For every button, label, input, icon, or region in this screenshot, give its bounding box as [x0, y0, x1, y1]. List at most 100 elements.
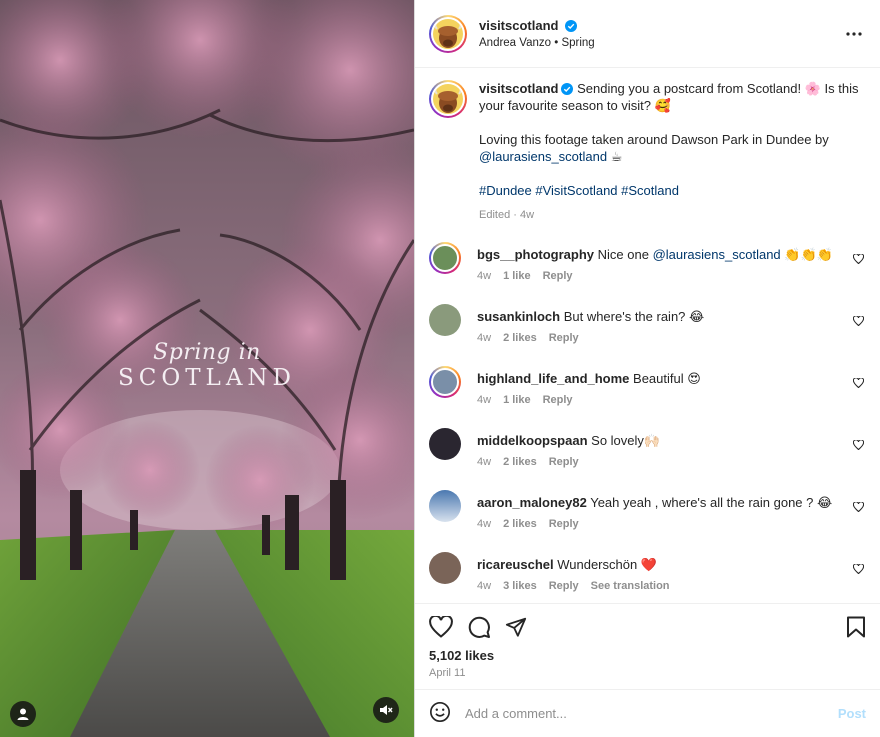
- heart-icon: [429, 616, 453, 638]
- caption-text-2: Loving this footage taken around Dawson …: [479, 132, 829, 147]
- post-comment-button[interactable]: Post: [838, 706, 866, 721]
- comment-row: bgs__photography Nice one @laurasiens_sc…: [429, 242, 866, 304]
- save-button[interactable]: [846, 616, 866, 638]
- comment-reply-button[interactable]: Reply: [543, 394, 573, 406]
- comment-text: Wunderschön ❤️: [553, 557, 657, 572]
- caption-avatar[interactable]: [429, 80, 467, 118]
- post-header: visitscotland Andrea Vanzo • Spring: [415, 0, 880, 68]
- likes-count[interactable]: 5,102 likes: [429, 648, 866, 663]
- comment-text: Beautiful 😍: [629, 371, 701, 386]
- caption-meta: Edited · 4w: [479, 209, 535, 221]
- overlay-line-1: Spring in: [153, 340, 261, 365]
- heart-outline-icon: [852, 502, 864, 512]
- header-subtitle[interactable]: Andrea Vanzo • Spring: [479, 37, 842, 49]
- share-button[interactable]: [505, 616, 527, 638]
- mute-button[interactable]: [373, 697, 399, 723]
- comment-age[interactable]: 4w: [477, 518, 491, 530]
- comment-like-button[interactable]: [850, 490, 866, 512]
- verified-badge-icon: [561, 83, 574, 95]
- heart-outline-icon: [852, 254, 864, 264]
- comment-row: highland_life_and_home Beautiful 😍 4w 1 l…: [429, 366, 866, 428]
- comment-row: ricareuschel Wunderschön ❤️ 4w 3 likes Rep…: [429, 552, 866, 603]
- comment-username[interactable]: ricareuschel: [477, 557, 554, 572]
- highland-cow-avatar-icon: [433, 84, 463, 114]
- comment-username[interactable]: highland_life_and_home: [477, 371, 629, 386]
- comment-like-button[interactable]: [850, 304, 866, 326]
- comment-like-button[interactable]: [850, 552, 866, 574]
- comment-username[interactable]: bgs__photography: [477, 247, 594, 262]
- caption-mention-link[interactable]: @laurasiens_scotland: [479, 149, 607, 164]
- comments-section[interactable]: visitscotland Sending you a postcard fro…: [415, 68, 880, 603]
- like-button[interactable]: [429, 616, 453, 638]
- comment-text-after: 👏👏👏: [780, 247, 833, 262]
- comment-row: aaron_maloney82 Yeah yeah , where's all …: [429, 490, 866, 552]
- comment-reply-button[interactable]: Reply: [543, 270, 573, 282]
- mute-icon: [380, 705, 393, 715]
- comment-age[interactable]: 4w: [477, 394, 491, 406]
- add-comment-input[interactable]: Add a comment...: [465, 706, 838, 721]
- comment-likes[interactable]: 1 like: [503, 394, 531, 406]
- comment-text: Nice one: [594, 247, 653, 262]
- comment-reply-button[interactable]: Reply: [549, 332, 579, 344]
- caption-text-3: ☕: [607, 149, 623, 164]
- comment-username[interactable]: susankinloch: [477, 309, 560, 324]
- emoji-button[interactable]: [429, 701, 451, 726]
- comment-avatar[interactable]: [429, 366, 461, 398]
- header-username[interactable]: visitscotland: [479, 18, 558, 33]
- comment-text: But where's the rain? 😂: [560, 309, 705, 324]
- post-side-panel: visitscotland Andrea Vanzo • Spring visi…: [414, 0, 880, 737]
- video-overlay-title: Spring in SCOTLAND: [0, 340, 414, 391]
- caption-username[interactable]: visitscotland: [479, 81, 558, 96]
- comment-likes[interactable]: 3 likes: [503, 580, 537, 592]
- author-avatar[interactable]: [429, 14, 467, 53]
- heart-outline-icon: [852, 378, 864, 388]
- comment-avatar[interactable]: [429, 304, 461, 336]
- heart-outline-icon: [852, 316, 864, 326]
- post-media[interactable]: Spring in SCOTLAND: [0, 0, 414, 737]
- comment-like-button[interactable]: [850, 366, 866, 388]
- send-paper-plane-icon: [505, 617, 527, 637]
- add-comment-bar: Add a comment... Post: [415, 689, 880, 737]
- caption-hashtags[interactable]: #Dundee #VisitScotland #Scotland: [479, 183, 679, 198]
- comment-age[interactable]: 4w: [477, 580, 491, 592]
- comment-mention-link[interactable]: @laurasiens_scotland: [653, 247, 781, 262]
- more-options-button[interactable]: [842, 22, 866, 46]
- comment-text: So lovely🙌🏻: [587, 433, 661, 448]
- comment-text: Yeah yeah , where's all the rain gone ? …: [586, 495, 833, 510]
- user-tag-icon: [17, 708, 29, 720]
- comment-likes[interactable]: 2 likes: [503, 518, 537, 530]
- comment-row: middelkoopspaan So lovely🙌🏻 4w 2 likes Rep…: [429, 428, 866, 490]
- comment-likes[interactable]: 2 likes: [503, 332, 537, 344]
- comment-age[interactable]: 4w: [477, 456, 491, 468]
- bookmark-icon: [847, 616, 865, 638]
- comment-like-button[interactable]: [850, 242, 866, 264]
- comment-avatar[interactable]: [429, 552, 461, 584]
- heart-outline-icon: [852, 564, 864, 574]
- comment-username[interactable]: aaron_maloney82: [477, 495, 587, 510]
- comment-likes[interactable]: 1 like: [503, 270, 531, 282]
- post-actions: 5,102 likes April 11: [415, 603, 880, 689]
- comment-row: susankinloch But where's the rain? 😂 4w 2…: [429, 304, 866, 366]
- heart-outline-icon: [852, 440, 864, 450]
- comment-reply-button[interactable]: Reply: [549, 580, 579, 592]
- comment-age[interactable]: 4w: [477, 332, 491, 344]
- post-caption: visitscotland Sending you a postcard fro…: [429, 80, 866, 224]
- comment-likes[interactable]: 2 likes: [503, 456, 537, 468]
- comment-button[interactable]: [467, 615, 491, 639]
- comment-reply-button[interactable]: Reply: [549, 518, 579, 530]
- comment-avatar[interactable]: [429, 490, 461, 522]
- highland-cow-avatar-icon: [433, 18, 463, 49]
- emoji-smile-icon: [430, 702, 450, 722]
- verified-badge-icon: [565, 20, 578, 32]
- comment-avatar[interactable]: [429, 428, 461, 460]
- more-options-icon: [846, 31, 862, 36]
- comment-age[interactable]: 4w: [477, 270, 491, 282]
- comment-reply-button[interactable]: Reply: [549, 456, 579, 468]
- overlay-line-2: SCOTLAND: [118, 365, 296, 391]
- user-tag-button[interactable]: [10, 701, 36, 727]
- comment-like-button[interactable]: [850, 428, 866, 450]
- comment-username[interactable]: middelkoopspaan: [477, 433, 588, 448]
- comment-avatar[interactable]: [429, 242, 461, 274]
- post-date[interactable]: April 11: [429, 667, 866, 679]
- see-translation-link[interactable]: See translation: [591, 580, 670, 592]
